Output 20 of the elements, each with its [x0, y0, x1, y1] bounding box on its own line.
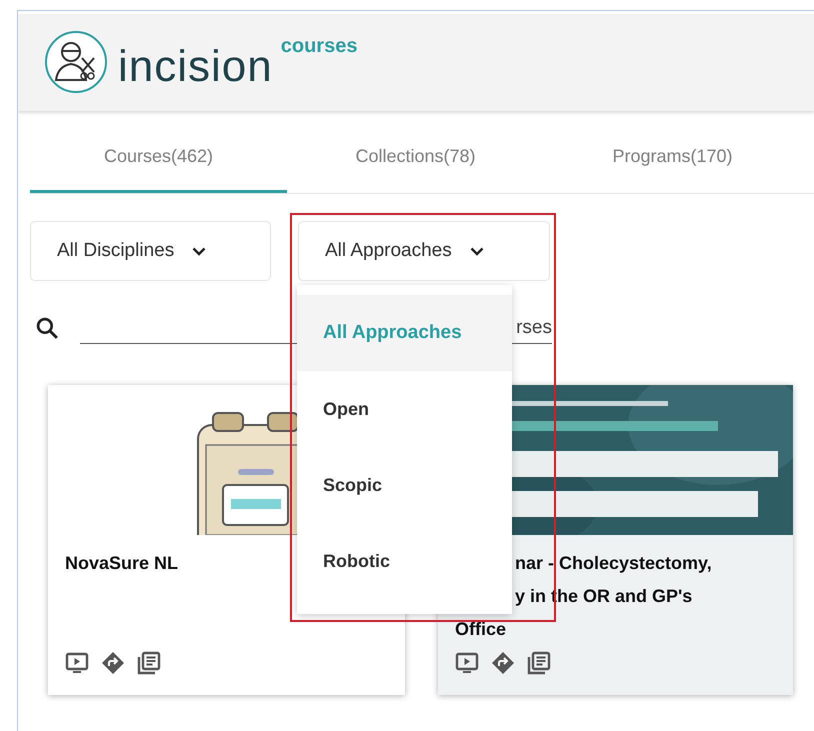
course-title: NovaSure NL	[65, 552, 178, 575]
filter-dropdown[interactable]: All Approaches	[298, 221, 550, 281]
library-icon[interactable]	[527, 651, 551, 675]
library-icon[interactable]	[137, 651, 161, 675]
directions-icon[interactable]	[101, 651, 125, 675]
course-title: Office	[455, 618, 506, 641]
tab[interactable]: Programs(170)	[544, 123, 801, 193]
search-icon	[35, 316, 60, 340]
filter-dropdown[interactable]: All Disciplines	[30, 221, 271, 281]
tab[interactable]: Collections(78)	[287, 123, 544, 193]
video-screen-icon[interactable]	[455, 651, 479, 675]
chevron-down-icon	[470, 246, 484, 256]
directions-icon[interactable]	[491, 651, 515, 675]
chevron-down-icon	[192, 246, 206, 256]
logo-subtitle: courses	[280, 34, 358, 58]
logo-wordmark: incision	[118, 44, 273, 90]
tab[interactable]: Courses(462)	[30, 123, 287, 193]
course-title: nar - Cholecystectomy,	[515, 552, 712, 575]
video-screen-icon[interactable]	[65, 651, 89, 675]
surgeon-logo-icon	[44, 30, 108, 94]
